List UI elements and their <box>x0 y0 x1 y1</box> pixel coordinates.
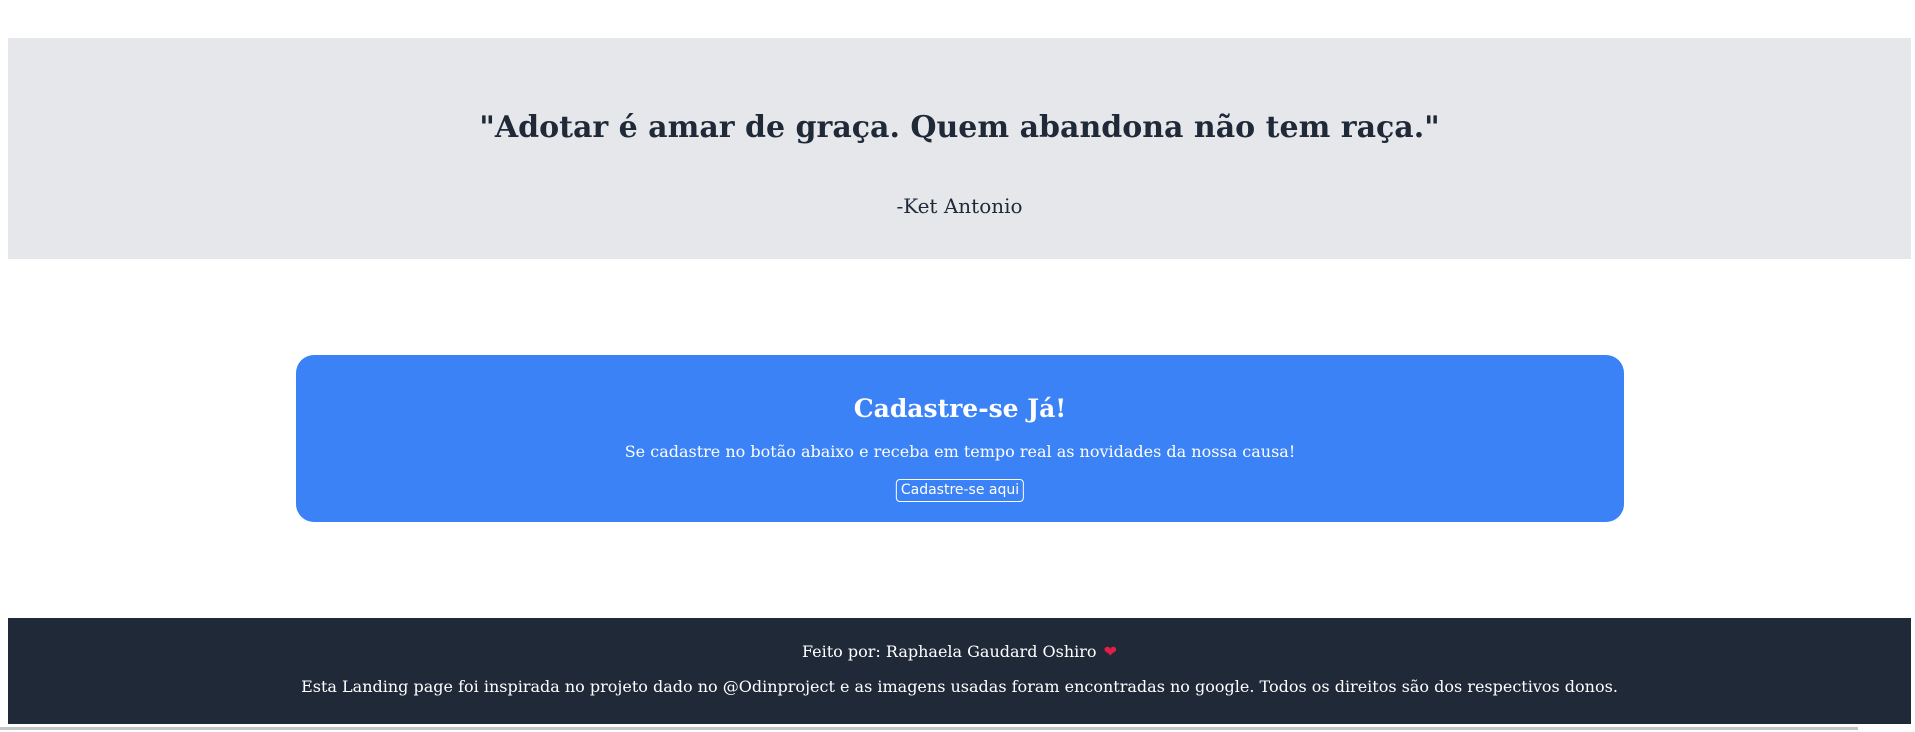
horizontal-scrollbar[interactable] <box>0 727 1858 730</box>
quote-section: "Adotar é amar de graça. Quem abandona n… <box>8 38 1911 259</box>
quote-author: -Ket Antonio <box>896 194 1023 218</box>
signup-description: Se cadastre no botão abaixo e receba em … <box>624 442 1296 461</box>
signup-button[interactable]: Cadastre-se aqui <box>895 479 1025 502</box>
heart-icon: ❤ <box>1103 642 1118 661</box>
footer-credit: Feito por: Raphaela Gaudard Oshiro ❤ <box>8 642 1911 662</box>
signup-card: Cadastre-se Já! Se cadastre no botão aba… <box>296 355 1624 522</box>
signup-title: Cadastre-se Já! <box>853 394 1067 423</box>
quote-text: "Adotar é amar de graça. Quem abandona n… <box>479 110 1440 145</box>
footer-note: Esta Landing page foi inspirada no proje… <box>301 677 1618 696</box>
footer: Feito por: Raphaela Gaudard Oshiro ❤ Est… <box>8 618 1911 724</box>
footer-credit-text: Feito por: Raphaela Gaudard Oshiro <box>801 642 1097 661</box>
